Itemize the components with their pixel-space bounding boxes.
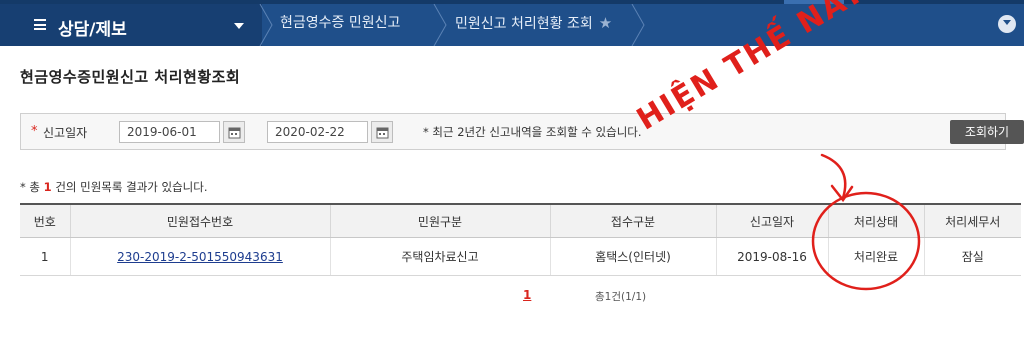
cell-report-date: 2019-08-16: [715, 237, 828, 276]
star-icon[interactable]: ★: [599, 14, 612, 32]
column-header: 처리상태: [827, 203, 924, 238]
receipt-number-link[interactable]: 230-2019-2-501550943631: [117, 250, 283, 264]
annotation-arrow: [820, 153, 847, 200]
cell-status: 처리완료: [827, 237, 924, 276]
calendar-icon[interactable]: [371, 121, 393, 143]
breadcrumb-separator-icon: [259, 4, 273, 46]
cell-receipt-number: 230-2019-2-501550943631: [69, 237, 330, 276]
table-row: 1 230-2019-2-501550943631 주택임차료신고 홈택스(인터…: [20, 237, 1021, 276]
column-header: 처리세무서: [923, 203, 1021, 238]
breadcrumb-separator-icon: [631, 4, 645, 46]
breadcrumb-item-cash-receipt[interactable]: 현금영수증 민원신고: [280, 4, 400, 46]
annotation-arrowhead: [830, 184, 854, 203]
search-panel: * 신고일자 2019-06-01 ~ 2020-02-22 * 최근 2년간 …: [20, 113, 1024, 150]
required-mark: *: [31, 124, 38, 139]
annotation-drawing: [811, 153, 921, 291]
breadcrumb-separator-icon: [433, 4, 447, 46]
top-nav-bar: 상담/제보 현금영수증 민원신고 민원신고 처리현황 조회 ★: [0, 0, 1024, 46]
chevron-down-icon[interactable]: [998, 15, 1016, 33]
breadcrumb-item-status-query[interactable]: 민원신고 처리현황 조회 ★: [455, 4, 612, 46]
page-title: 현금영수증민원신고 처리현황조회: [20, 68, 241, 86]
cell-submission-type: 홈택스(인터넷): [549, 237, 716, 276]
menu-title[interactable]: 상담/제보: [58, 15, 127, 40]
calendar-icon[interactable]: [223, 121, 245, 143]
result-suffix: 건의 민원목록 결과가 있습니다.: [51, 180, 208, 194]
end-date-input[interactable]: 2020-02-22: [267, 121, 368, 143]
cell-complaint-type: 주택임차료신고: [329, 237, 550, 276]
cell-number: 1: [20, 237, 70, 276]
search-button[interactable]: 조회하기: [950, 120, 1024, 144]
column-header: 번호: [20, 203, 70, 238]
breadcrumb-label: 민원신고 처리현황 조회: [455, 16, 593, 32]
column-header: 민원접수번호: [69, 203, 330, 238]
table-header-row: 번호 민원접수번호 민원구분 접수구분 신고일자 처리상태 처리세무서: [20, 203, 1021, 238]
results-table: 번호 민원접수번호 민원구분 접수구분 신고일자 처리상태 처리세무서 1 23…: [20, 203, 1021, 276]
start-date-input[interactable]: 2019-06-01: [119, 121, 220, 143]
menu-dropdown[interactable]: 상담/제보: [0, 4, 262, 46]
page-link-current[interactable]: 1: [523, 288, 531, 302]
hamburger-icon[interactable]: [34, 19, 46, 30]
date-label: 신고일자: [43, 126, 88, 140]
search-notice: * 최근 2년간 신고내역을 조회할 수 있습니다.: [423, 125, 642, 139]
column-header: 신고일자: [715, 203, 828, 238]
caret-down-icon[interactable]: [234, 23, 244, 29]
column-header: 접수구분: [549, 203, 716, 238]
cell-tax-office: 잠실: [923, 237, 1021, 276]
result-count-text: * 총 1 건의 민원목록 결과가 있습니다.: [20, 179, 208, 195]
result-prefix: * 총: [20, 180, 44, 194]
column-header: 민원구분: [329, 203, 550, 238]
result-count: 1: [43, 180, 52, 194]
pagination-summary: 총1건(1/1): [595, 291, 647, 303]
